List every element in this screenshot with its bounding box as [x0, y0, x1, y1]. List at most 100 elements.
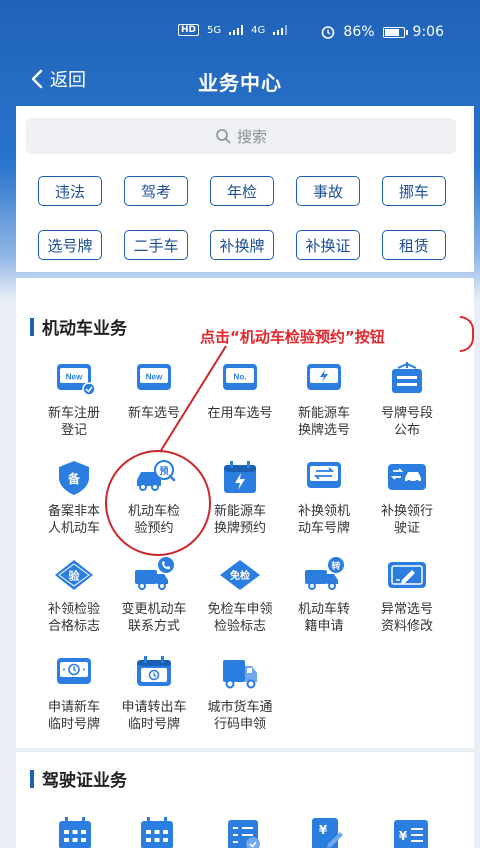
quick-tag[interactable]: 挪车 — [382, 176, 446, 206]
status-right-group: 86% 9:06 — [321, 24, 444, 40]
quick-tag-grid: 违法 驾考 年检 事故 挪车选号牌 二手车 补换牌 补换证 租赁 — [38, 176, 446, 260]
plate-sign-icon — [392, 362, 422, 393]
service-item[interactable]: 新能源车 换牌选号 — [284, 360, 364, 439]
service-item[interactable]: 申请新车 临时号牌 — [34, 654, 114, 733]
service-label: 新能源车 换牌选号 — [297, 406, 350, 438]
service-label: 新车注册 登记 — [47, 406, 100, 438]
quick-tag[interactable]: 年检 — [210, 176, 274, 206]
card-edit-icon — [388, 562, 426, 588]
new-car-register-icon: New — [57, 364, 96, 396]
service-label: 申请转出车 临时号牌 — [121, 700, 187, 732]
annotation-circle — [105, 450, 211, 556]
service-label: 新车选号 — [127, 406, 180, 421]
checklist-icon[interactable] — [220, 814, 266, 848]
quick-tag[interactable]: 租赁 — [382, 230, 446, 260]
service-label: 免检车申领 检验标志 — [207, 602, 273, 634]
battery-icon — [382, 26, 408, 38]
signal-icon — [273, 25, 288, 35]
clock: 9:06 — [412, 24, 444, 40]
svg-text:转: 转 — [331, 560, 340, 572]
svg-text:New: New — [66, 373, 83, 382]
service-item[interactable]: 转机动车转 籍申请 — [284, 556, 364, 635]
ev-plate-icon — [307, 364, 341, 390]
temp-plate-icon — [57, 658, 91, 684]
service-item[interactable]: 新能源车 换牌预约 — [200, 458, 280, 537]
service-label: 机动车转 籍申请 — [297, 602, 350, 634]
search-placeholder: 搜索 — [236, 127, 267, 146]
quick-tag[interactable]: 驾考 — [124, 176, 188, 206]
service-item[interactable]: 验补领检验 合格标志 — [34, 556, 114, 635]
truck-phone-icon — [135, 557, 174, 590]
service-item[interactable]: No. 在用车选号 — [200, 360, 280, 422]
service-item[interactable]: 免检免检车申领 检验标志 — [200, 556, 280, 635]
quick-tag[interactable]: 事故 — [296, 176, 360, 206]
back-label: 返回 — [50, 70, 86, 91]
yuan-pen-icon[interactable]: ¥ — [304, 814, 350, 848]
service-item[interactable]: 异常选号 资料修改 — [367, 556, 447, 635]
license-swap-icon — [388, 464, 426, 490]
battery-fill — [384, 28, 400, 36]
service-label: 补换领行 驶证 — [380, 504, 433, 536]
quick-tag[interactable]: 补换牌 — [210, 230, 274, 260]
signal-5g-label: 5G — [207, 24, 222, 36]
service-item[interactable]: 补换领行 驶证 — [367, 458, 447, 537]
service-item[interactable]: New 新车选号 — [114, 360, 194, 422]
service-label: 号牌号段 公布 — [380, 406, 433, 438]
status-signal-group: HD 5G 4G — [178, 24, 288, 36]
service-label: 备案非本 人机动车 — [47, 504, 100, 536]
temp-plate-out-icon — [137, 656, 171, 686]
svg-text:¥: ¥ — [399, 829, 408, 843]
service-label: 补换领机 动车号牌 — [297, 504, 350, 536]
hd-badge: HD — [178, 24, 200, 36]
motor-section-title-text: 机动车业务 — [42, 319, 127, 339]
quick-tag[interactable]: 补换证 — [296, 230, 360, 260]
service-label: 异常选号 资料修改 — [380, 602, 433, 634]
service-item[interactable]: 补换领机 动车号牌 — [284, 458, 364, 537]
service-label: 在用车选号 — [207, 406, 273, 421]
service-item[interactable]: 备备案非本 人机动车 — [34, 458, 114, 537]
plate-number-icon: No. — [223, 364, 257, 390]
quick-tag[interactable]: 选号牌 — [38, 230, 102, 260]
service-item[interactable]: 申请转出车 临时号牌 — [114, 654, 194, 733]
svg-text:New: New — [146, 373, 163, 382]
service-label: 新能源车 换牌预约 — [213, 504, 266, 536]
svg-text:验: 验 — [69, 569, 81, 583]
svg-text:备: 备 — [67, 471, 81, 486]
signal-icon — [229, 25, 244, 35]
calendar-icon[interactable] — [134, 814, 180, 848]
quick-tag[interactable]: 违法 — [38, 176, 102, 206]
nav-bar: 返回 业务中心 — [0, 56, 480, 106]
signal-4g-label: 4G — [251, 24, 266, 36]
status-bar: HD 5G 4G 86% 9:06 — [0, 0, 480, 54]
service-item[interactable]: New 新车注册 登记 — [34, 360, 114, 439]
alarm-icon — [322, 26, 335, 39]
calendar-icon[interactable] — [52, 814, 98, 848]
ev-calendar-icon — [224, 461, 256, 493]
quick-tag[interactable]: 二手车 — [124, 230, 188, 260]
driver-section-title: 驾驶证业务 — [30, 766, 127, 791]
search-icon — [216, 129, 231, 144]
driver-section-title-text: 驾驶证业务 — [42, 771, 127, 791]
svg-text:免检: 免检 — [230, 569, 250, 582]
annotation-text: 点击“机动车检验预约”按钮 — [200, 328, 385, 346]
inspection-badge-icon: 验 — [55, 560, 93, 590]
svg-text:¥: ¥ — [319, 823, 328, 837]
exempt-badge-icon: 免检 — [220, 560, 260, 590]
service-item[interactable]: 城市货车通 行码申领 — [200, 654, 280, 733]
service-label: 变更机动车 联系方式 — [121, 602, 187, 634]
service-label: 申请新车 临时号牌 — [47, 700, 100, 732]
yuan-list-icon[interactable]: ¥ — [388, 814, 434, 848]
back-button[interactable]: 返回 — [30, 66, 86, 92]
service-item[interactable]: 号牌号段 公布 — [367, 360, 447, 439]
page-title: 业务中心 — [198, 70, 282, 95]
motor-section-title: 机动车业务 — [30, 314, 127, 339]
truck-transfer-icon: 转 — [305, 557, 344, 590]
record-shield-icon: 备 — [59, 461, 89, 495]
section-accent-bar — [30, 769, 34, 788]
search-input[interactable]: 搜索 — [26, 118, 456, 154]
service-item[interactable]: 变更机动车 联系方式 — [114, 556, 194, 635]
service-label: 城市货车通 行码申领 — [207, 700, 273, 732]
new-plate-icon: New — [137, 364, 171, 390]
service-label: 补领检验 合格标志 — [47, 602, 100, 634]
plate-swap-icon — [307, 462, 341, 488]
